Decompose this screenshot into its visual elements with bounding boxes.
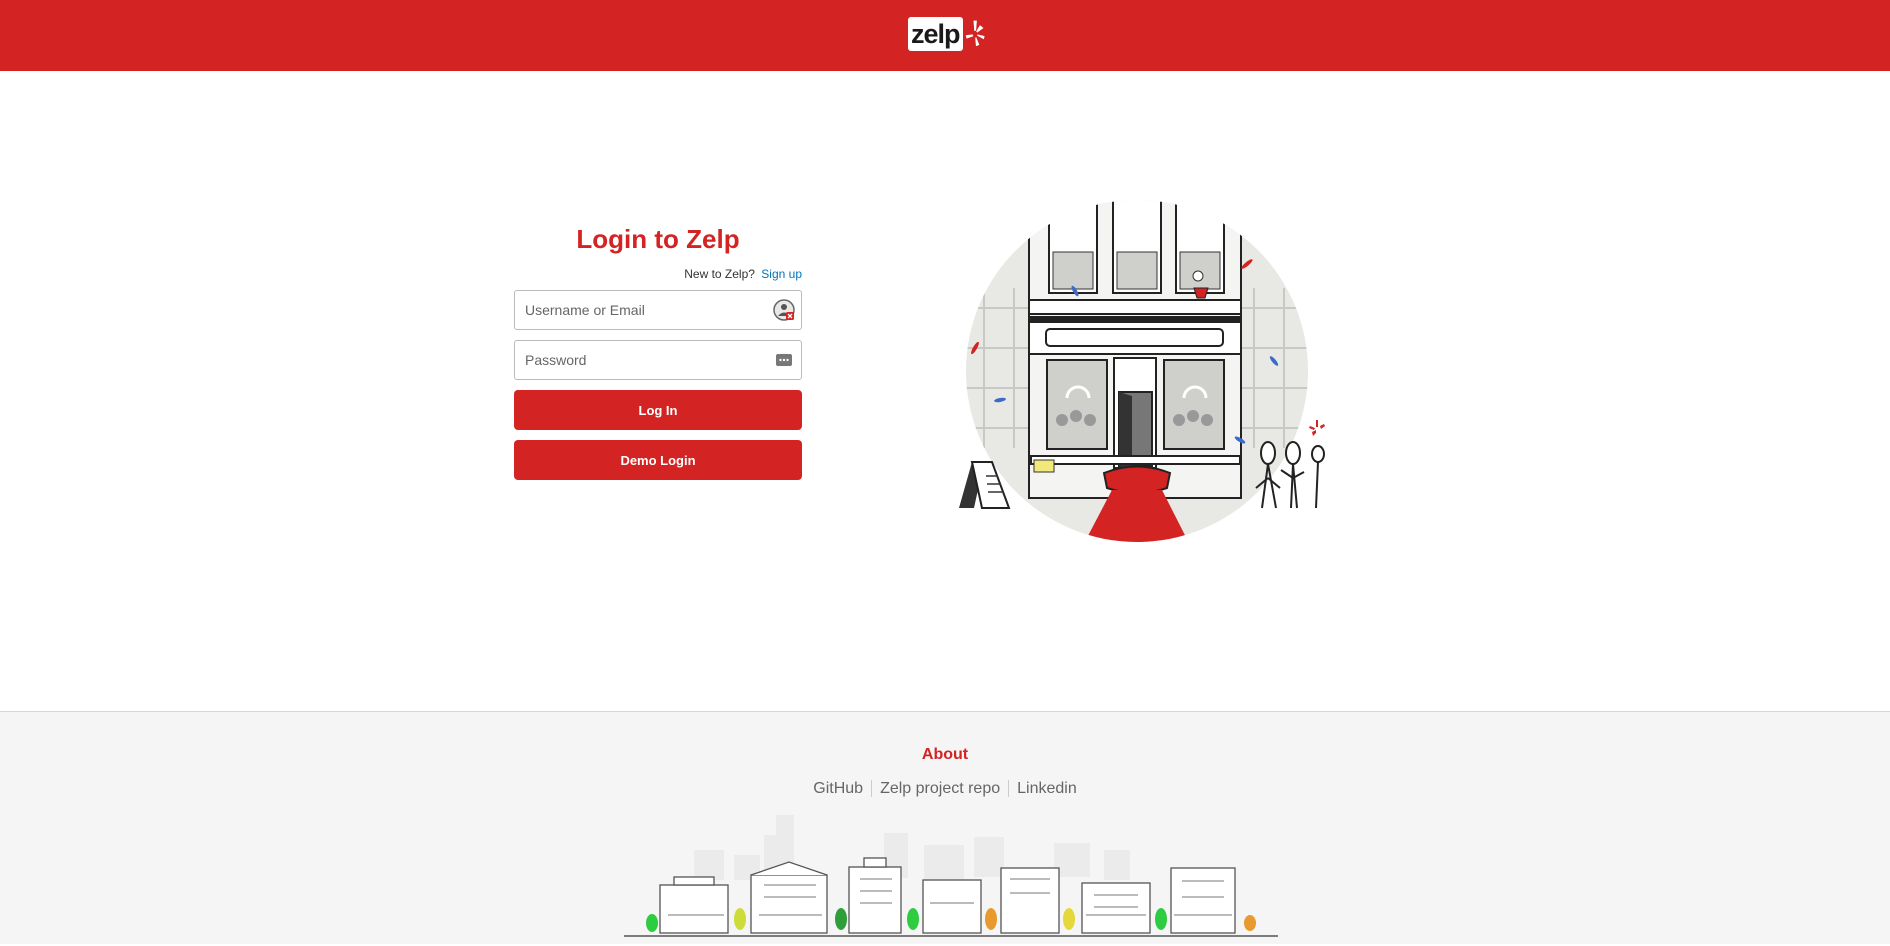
about-heading: About — [921, 746, 969, 763]
username-input[interactable] — [515, 291, 801, 329]
account-helper-icon[interactable] — [773, 299, 795, 321]
logo-text: zelp — [908, 17, 963, 51]
demo-login-button[interactable]: Demo Login — [514, 440, 802, 480]
signup-prompt: New to Zelp? Sign up — [514, 266, 802, 282]
burst-icon — [964, 19, 986, 48]
zelp-repo-link[interactable]: Zelp project repo — [872, 780, 1008, 797]
top-header: zelp — [0, 0, 1890, 71]
github-link[interactable]: GitHub — [805, 780, 871, 797]
password-input[interactable] — [515, 341, 801, 379]
login-form: Login to Zelp New to Zelp? Sign up Log I… — [514, 222, 802, 480]
storefront-illustration — [959, 200, 1325, 542]
city-skyline-illustration — [624, 815, 1278, 937]
new-user-text: New to Zelp? — [684, 267, 755, 281]
page-title: Login to Zelp — [576, 224, 740, 254]
login-button[interactable]: Log In — [514, 390, 802, 430]
password-dots-icon[interactable] — [773, 349, 795, 371]
signup-link[interactable]: Sign up — [761, 267, 802, 281]
footer: About GitHub Zelp project repo Linkedin — [0, 711, 1890, 944]
linkedin-link[interactable]: Linkedin — [1009, 780, 1085, 797]
username-field-wrap — [514, 290, 802, 330]
password-field-wrap — [514, 340, 802, 380]
footer-links: GitHub Zelp project repo Linkedin — [0, 780, 1890, 798]
zelp-logo[interactable]: zelp — [908, 12, 988, 56]
